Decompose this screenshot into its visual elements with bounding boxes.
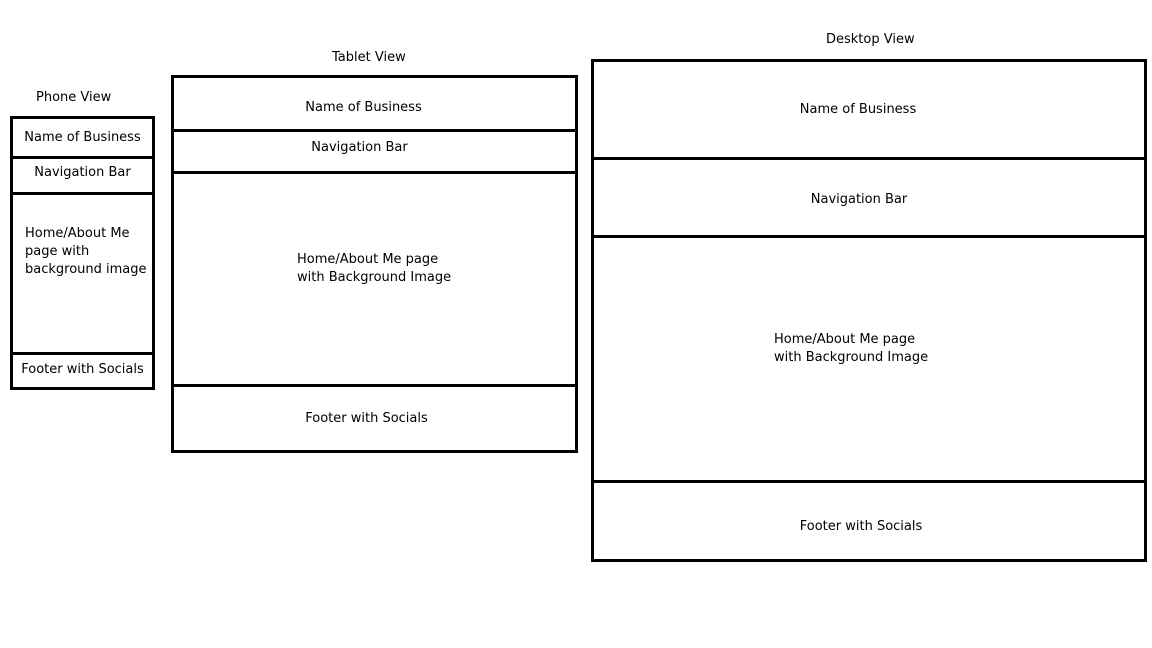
phone-main-label: Home/About Me page with background image <box>25 226 147 277</box>
tablet-header-label: Name of Business <box>305 100 422 115</box>
tablet-main-section: Home/About Me page with Background Image <box>174 171 575 387</box>
tablet-footer-label: Footer with Socials <box>305 411 428 426</box>
desktop-view-title: Desktop View <box>826 32 915 47</box>
tablet-header-section: Name of Business <box>174 78 575 132</box>
phone-header-section: Name of Business <box>13 119 152 159</box>
phone-view-title: Phone View <box>36 90 112 105</box>
tablet-nav-label: Navigation Bar <box>311 140 408 155</box>
phone-header-label: Name of Business <box>24 130 141 145</box>
phone-footer-section: Footer with Socials <box>13 352 152 387</box>
phone-main-section: Home/About Me page with background image <box>13 192 152 355</box>
desktop-footer-label: Footer with Socials <box>799 519 923 534</box>
tablet-footer-section: Footer with Socials <box>174 384 575 450</box>
wireframe-diagram: { "phone": { "title": "Phone View", "hea… <box>0 0 1152 648</box>
tablet-view-title: Tablet View <box>332 50 406 65</box>
desktop-footer-section: Footer with Socials <box>594 480 1144 559</box>
tablet-view-frame: Name of Business Navigation Bar Home/Abo… <box>171 75 578 453</box>
desktop-nav-label: Navigation Bar <box>810 192 908 207</box>
desktop-header-section: Name of Business <box>594 62 1144 160</box>
tablet-nav-section: Navigation Bar <box>174 129 575 174</box>
tablet-main-label: Home/About Me page with Background Image <box>297 252 452 285</box>
desktop-header-label: Name of Business <box>799 102 917 117</box>
desktop-main-label: Home/About Me page with Background Image <box>774 332 929 365</box>
phone-nav-label: Navigation Bar <box>34 165 131 180</box>
desktop-view-frame: Name of Business Navigation Bar Home/Abo… <box>591 59 1147 562</box>
phone-footer-label: Footer with Socials <box>21 362 144 377</box>
desktop-nav-section: Navigation Bar <box>594 157 1144 238</box>
phone-view-frame: Name of Business Navigation Bar Home/Abo… <box>10 116 155 390</box>
phone-nav-section: Navigation Bar <box>13 156 152 195</box>
desktop-main-section: Home/About Me page with Background Image <box>594 235 1144 483</box>
